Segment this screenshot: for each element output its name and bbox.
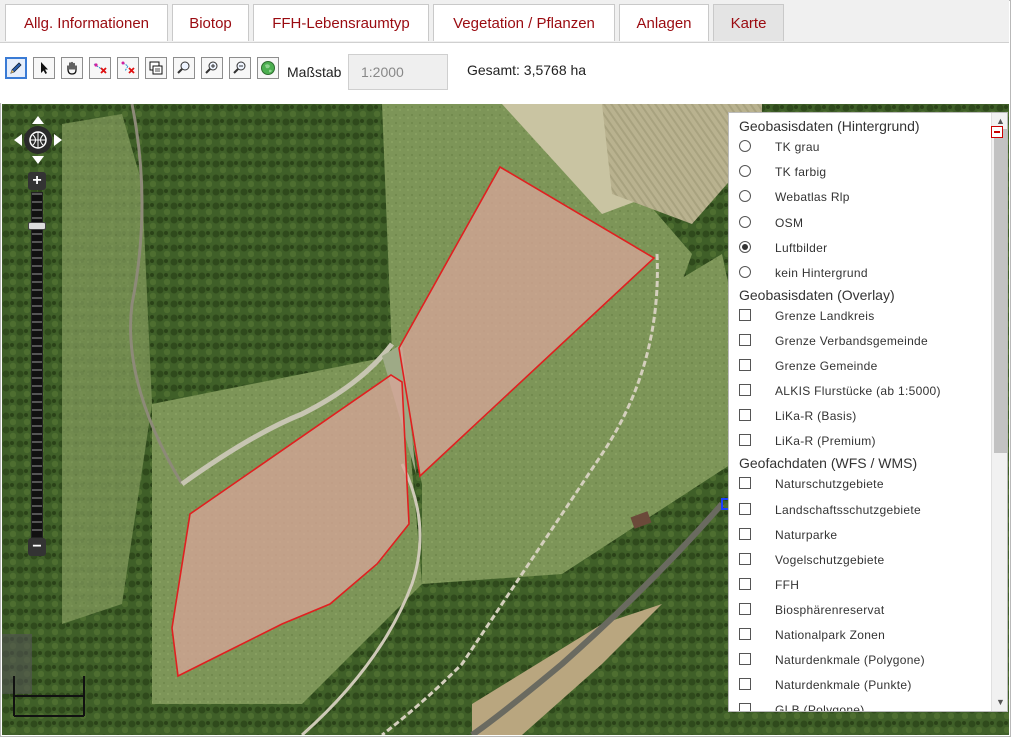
zoom-plus-button[interactable]: +: [28, 172, 46, 190]
pan-hand-icon: [67, 61, 77, 75]
scale-bar: [13, 676, 85, 717]
layer-panel: Geobasisdaten (Hintergrund) TK grau TK f…: [728, 112, 1008, 712]
layer-switch-button[interactable]: [145, 57, 167, 79]
checkbox[interactable]: [739, 503, 751, 515]
tab-karte[interactable]: Karte: [713, 4, 784, 41]
pan-button[interactable]: [61, 57, 83, 79]
checkbox[interactable]: [739, 384, 751, 396]
zoom-box-icon: [177, 61, 190, 74]
pan-navigation-control[interactable]: [10, 112, 66, 168]
tab-vegetation-pflanzen[interactable]: Vegetation / Pflanzen: [433, 4, 615, 41]
checkbox[interactable]: [739, 603, 751, 615]
checkbox[interactable]: [739, 528, 751, 540]
zoom-out-button[interactable]: [229, 57, 251, 79]
radio-button[interactable]: [739, 216, 751, 228]
scale-label: Maßstab: [287, 64, 342, 80]
checkbox[interactable]: [739, 578, 751, 590]
tab-anlagen[interactable]: Anlagen: [619, 4, 709, 41]
checkbox[interactable]: [739, 477, 751, 489]
pointer-icon: [41, 62, 48, 74]
zoom-out-icon: [233, 61, 246, 74]
delete-polygon-icon: [121, 61, 135, 74]
checkbox[interactable]: [739, 409, 751, 421]
tab-ffh-lebensraumtyp[interactable]: FFH-Lebensraumtyp: [253, 4, 429, 41]
section-title-overlay: Geobasisdaten (Overlay): [739, 287, 895, 303]
checkbox[interactable]: [739, 334, 751, 346]
checkbox[interactable]: [739, 553, 751, 565]
checkbox[interactable]: [739, 628, 751, 640]
radio-button[interactable]: [739, 190, 751, 202]
delete-vertex-button[interactable]: [89, 57, 111, 79]
radio-button[interactable]: [739, 266, 751, 278]
checkbox[interactable]: [739, 653, 751, 665]
radio-button[interactable]: [739, 140, 751, 152]
pencil-button[interactable]: [5, 57, 27, 79]
zoom-handle[interactable]: [28, 222, 46, 230]
scroll-down-icon[interactable]: ▼: [995, 697, 1006, 707]
collapse-layer-panel-icon[interactable]: [991, 126, 1003, 138]
select-button[interactable]: [33, 57, 55, 79]
checkbox[interactable]: [739, 434, 751, 446]
radio-button-selected[interactable]: [739, 241, 751, 253]
zoom-in-button[interactable]: [201, 57, 223, 79]
checkbox[interactable]: [739, 359, 751, 371]
zoom-box-button[interactable]: [173, 57, 195, 79]
checkbox[interactable]: [739, 678, 751, 690]
zoom-slider[interactable]: + −: [28, 172, 46, 558]
scale-input[interactable]: [348, 54, 448, 90]
checkbox[interactable]: [739, 309, 751, 321]
total-area-text: Gesamt: 3,5768 ha: [467, 62, 587, 78]
scroll-up-icon[interactable]: ▲: [995, 116, 1006, 126]
zoom-in-icon: [205, 61, 218, 74]
pencil-icon: [10, 62, 22, 74]
zoom-minus-button[interactable]: −: [28, 538, 46, 556]
section-title-geofachdaten: Geofachdaten (WFS / WMS): [739, 455, 918, 471]
layer-switch-icon: [149, 61, 163, 75]
globe-icon: [261, 61, 275, 75]
tab-biotop[interactable]: Biotop: [172, 4, 249, 41]
tab-allg-informationen[interactable]: Allg. Informationen: [5, 4, 168, 41]
delete-vertex-icon: [93, 63, 107, 74]
map-toolbar: Maßstab Gesamt: 3,5768 ha: [0, 43, 1009, 103]
full-extent-button[interactable]: [257, 57, 279, 79]
section-title-background: Geobasisdaten (Hintergrund): [739, 118, 920, 134]
tab-bar: Allg. Informationen Biotop FFH-Lebensrau…: [0, 0, 1009, 43]
zoom-track[interactable]: [31, 192, 43, 538]
delete-polygon-button[interactable]: [117, 57, 139, 79]
scrollbar-thumb[interactable]: [994, 129, 1007, 453]
checkbox[interactable]: [739, 703, 751, 711]
radio-button[interactable]: [739, 165, 751, 177]
layer-panel-scrollbar[interactable]: ▲ ▼: [991, 113, 1007, 711]
